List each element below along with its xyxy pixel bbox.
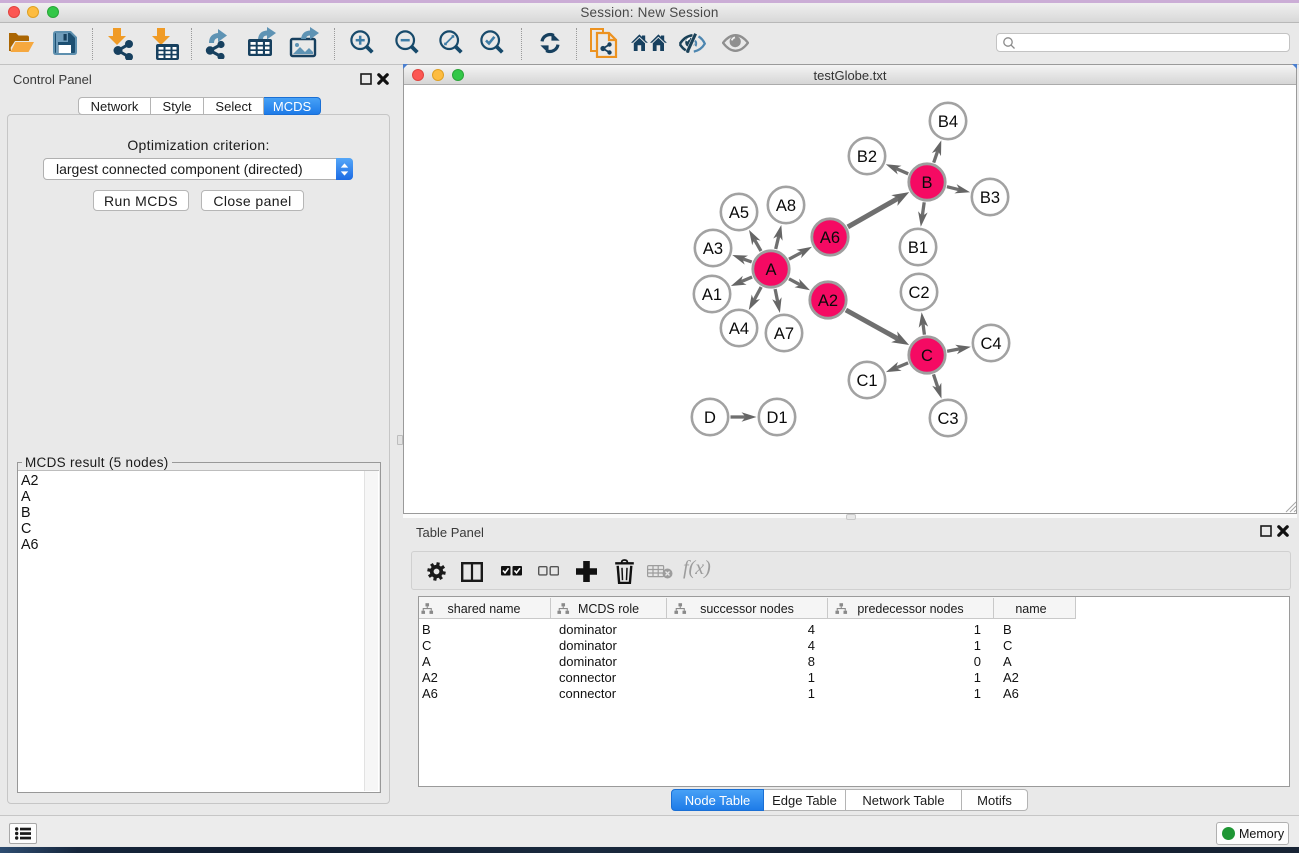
svg-text:B1: B1 xyxy=(908,239,928,257)
svg-text:A3: A3 xyxy=(703,240,723,258)
svg-text:C: C xyxy=(921,347,933,365)
svg-text:A6: A6 xyxy=(820,229,840,247)
svg-text:A4: A4 xyxy=(729,320,749,338)
svg-text:A5: A5 xyxy=(729,204,749,222)
svg-text:A8: A8 xyxy=(776,197,796,215)
svg-text:A2: A2 xyxy=(818,292,838,310)
svg-text:C1: C1 xyxy=(856,372,877,390)
svg-text:B: B xyxy=(921,174,932,192)
svg-text:A7: A7 xyxy=(774,325,794,343)
svg-text:B2: B2 xyxy=(857,148,877,166)
svg-text:C3: C3 xyxy=(937,410,958,428)
svg-text:C2: C2 xyxy=(908,284,929,302)
svg-text:D: D xyxy=(704,409,716,427)
svg-text:A: A xyxy=(765,261,776,279)
svg-text:C4: C4 xyxy=(980,335,1001,353)
svg-text:B4: B4 xyxy=(938,113,958,131)
svg-text:D1: D1 xyxy=(766,409,787,427)
svg-text:B3: B3 xyxy=(980,189,1000,207)
svg-text:A1: A1 xyxy=(702,286,722,304)
